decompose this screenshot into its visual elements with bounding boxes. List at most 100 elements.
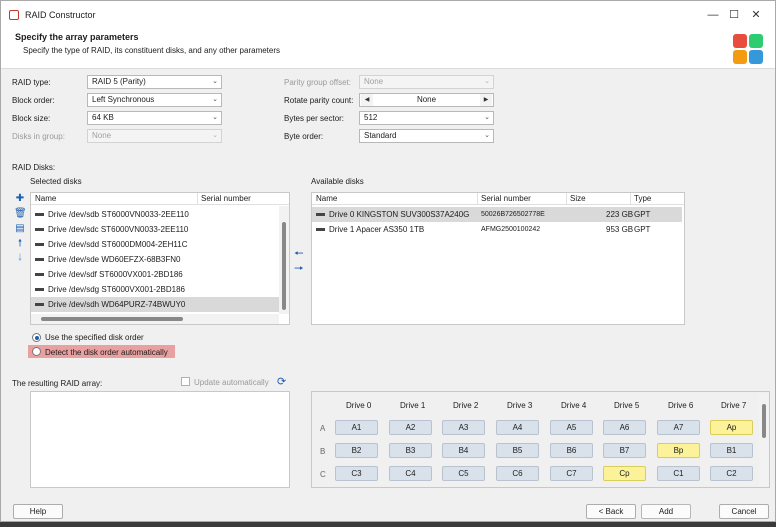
selected-disks-label: Selected disks [30, 177, 82, 186]
use-specified-order-label[interactable]: Use the specified disk order [45, 333, 144, 342]
disk-name: Drive /dev/sdb ST6000VN0033-2EE110 [48, 210, 189, 219]
chevron-down-icon: ⌄ [212, 96, 218, 103]
table-row[interactable]: Drive 1 Apacer AS350 1TB AFMG2500100242 … [312, 222, 684, 237]
stripe-cell: C2 [710, 466, 753, 481]
selected-disks-list[interactable]: Name Serial number Drive /dev/sdb ST6000… [30, 192, 290, 325]
byte-order-value: Standard [364, 131, 397, 140]
stripe-cell: B4 [442, 443, 485, 458]
grid-scrollbar[interactable] [759, 394, 769, 486]
stripe-cell: C7 [550, 466, 593, 481]
stripe-cell: C6 [496, 466, 539, 481]
stripe-cell: B6 [550, 443, 593, 458]
use-specified-order-radio[interactable] [32, 333, 41, 342]
stripe-cell: B7 [603, 443, 646, 458]
disk-name: Drive /dev/sdh WD64PURZ-74BWUY0 [48, 300, 186, 309]
available-disks-list[interactable]: Name Serial number Size Type Drive 0 KIN… [311, 192, 685, 325]
stripe-cell: A5 [550, 420, 593, 435]
back-button[interactable]: < Back [586, 504, 636, 519]
row-label: B [320, 447, 326, 456]
cancel-button[interactable]: Cancel [719, 504, 769, 519]
block-size-select[interactable]: 64 KB ⌄ [87, 111, 222, 125]
disk-props-icon[interactable]: ▤ [14, 223, 26, 235]
spin-right-icon[interactable]: ▶ [480, 94, 492, 106]
list-item[interactable]: Drive /dev/sdd ST6000DM004-2EH11C [31, 237, 289, 252]
disk-icon [35, 228, 44, 232]
horizontal-scrollbar[interactable] [31, 314, 279, 324]
bytes-per-sector-value: 512 [364, 113, 378, 122]
block-order-value: Left Synchronous [92, 95, 155, 104]
disks-in-group-value: None [92, 131, 112, 140]
help-button[interactable]: Help [13, 504, 63, 519]
hscroll-thumb[interactable] [41, 317, 183, 321]
chevron-down-icon: ⌄ [212, 132, 218, 139]
wizard-header: Specify the array parameters Specify the… [1, 29, 775, 69]
drive-header: Drive 3 [507, 401, 533, 410]
list-item[interactable]: Drive /dev/sdc ST6000VN0033-2EE110 [31, 222, 289, 237]
bytes-per-sector-select[interactable]: 512 ⌄ [359, 111, 494, 125]
disk-icon [35, 258, 44, 262]
column-type[interactable]: Type [634, 194, 651, 203]
spin-left-icon[interactable]: ◀ [361, 94, 373, 106]
table-row[interactable]: Drive 0 KINGSTON SUV300S37A240G 50026B72… [312, 207, 682, 222]
column-serial[interactable]: Serial number [201, 194, 251, 203]
puzzle-logo-icon [731, 32, 765, 66]
column-serial[interactable]: Serial number [481, 194, 531, 203]
drive-header: Drive 2 [453, 401, 479, 410]
rotate-parity-label: Rotate parity count: [284, 96, 354, 105]
list-item[interactable]: Drive /dev/sdg ST6000VX001-2BD186 [31, 282, 289, 297]
rotate-parity-spinner[interactable]: ◀ None ▶ [359, 93, 494, 107]
column-name[interactable]: Name [35, 194, 56, 203]
move-up-icon[interactable]: 🠕 [14, 238, 26, 250]
window-title: RAID Constructor [25, 10, 96, 20]
list-item[interactable]: Drive /dev/sdh WD64PURZ-74BWUY0 [31, 297, 279, 312]
vertical-scrollbar[interactable] [279, 206, 289, 314]
disk-icon [35, 303, 44, 307]
stripe-cell: B1 [710, 443, 753, 458]
column-name[interactable]: Name [316, 194, 337, 203]
disk-name: Drive 0 KINGSTON SUV300S37A240G [329, 210, 470, 219]
parity-cell: Bp [657, 443, 700, 458]
add-disk-icon[interactable]: ✚ [14, 193, 26, 205]
update-auto-label[interactable]: Update automatically [194, 378, 269, 387]
disk-size: 223 GB [606, 210, 634, 219]
maximize-icon[interactable]: ☐ [724, 7, 744, 23]
move-right-icon[interactable]: 🠖 [294, 260, 304, 279]
delete-icon[interactable]: 🗑 [14, 208, 27, 220]
move-down-icon[interactable]: 🠗 [14, 253, 26, 265]
parity-offset-value: None [364, 77, 384, 86]
disk-name: Drive /dev/sdf ST6000VX001-2BD186 [48, 270, 183, 279]
block-order-select[interactable]: Left Synchronous ⌄ [87, 93, 222, 107]
add-button[interactable]: Add [641, 504, 691, 519]
stripe-cell: C4 [389, 466, 432, 481]
page-title: Specify the array parameters [15, 32, 139, 42]
result-label: The resulting RAID array: [12, 379, 103, 388]
list-item[interactable]: Drive /dev/sdb ST6000VN0033-2EE110 [31, 207, 289, 222]
refresh-icon[interactable]: ⟳ [277, 375, 286, 388]
disks-in-group-select[interactable]: None ⌄ [87, 129, 222, 143]
byte-order-select[interactable]: Standard ⌄ [359, 129, 494, 143]
disk-serial: AFMG2500100242 [481, 226, 541, 233]
list-item[interactable]: Drive /dev/sdf ST6000VX001-2BD186 [31, 267, 289, 282]
parity-offset-select[interactable]: None ⌄ [359, 75, 494, 89]
chevron-down-icon: ⌄ [212, 78, 218, 85]
stripe-cell: A1 [335, 420, 378, 435]
detect-order-radio[interactable] [32, 347, 41, 356]
column-size[interactable]: Size [570, 194, 586, 203]
available-column-header: Name Serial number Size Type [312, 193, 684, 205]
disk-icon [35, 288, 44, 292]
raid-type-value: RAID 5 (Parity) [92, 77, 146, 86]
raid-type-select[interactable]: RAID 5 (Parity) ⌄ [87, 75, 222, 89]
page-subtitle: Specify the type of RAID, its constituen… [23, 46, 281, 55]
list-item[interactable]: Drive /dev/sde WD60EFZX-68B3FN0 [31, 252, 289, 267]
close-icon[interactable]: ✕ [746, 7, 766, 23]
stripe-cell: A2 [389, 420, 432, 435]
disk-type: GPT [634, 210, 651, 219]
chevron-down-icon: ⌄ [484, 132, 490, 139]
grid-scroll-thumb[interactable] [762, 404, 766, 438]
update-auto-checkbox[interactable] [181, 377, 190, 386]
scroll-thumb[interactable] [282, 222, 286, 310]
app-icon [9, 10, 19, 20]
detect-order-label[interactable]: Detect the disk order automatically [45, 348, 168, 357]
disk-name: Drive 1 Apacer AS350 1TB [329, 225, 425, 234]
minimize-icon[interactable]: — [703, 7, 723, 23]
